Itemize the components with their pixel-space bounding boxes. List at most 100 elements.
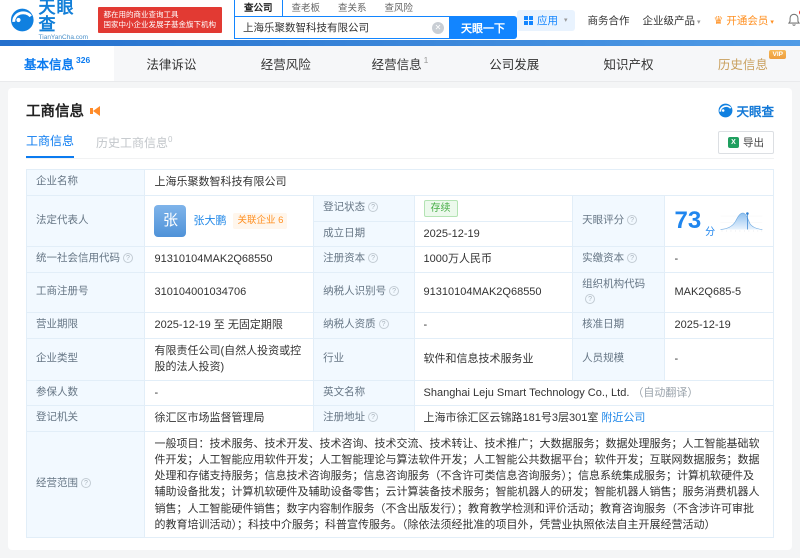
tab-basic-info[interactable]: 基本信息 326 (0, 46, 115, 81)
chevron-down-icon: ▾ (697, 18, 701, 26)
nearby-companies-link[interactable]: 附近公司 (601, 412, 645, 424)
nav-apps-label: 应用 (537, 14, 558, 27)
tab-label: 公司发展 (489, 58, 540, 72)
crown-icon: ♛ (713, 14, 724, 27)
reg-capital-value: 1000万人民币 (413, 246, 574, 273)
taxpayer-id-label: 纳税人识别号 (323, 285, 387, 298)
insured-count-label: 参保人数 (25, 379, 146, 406)
search-tab-relation[interactable]: 查关系 (329, 0, 376, 16)
info-icon[interactable]: ? (368, 202, 379, 213)
info-icon[interactable]: ? (368, 253, 379, 264)
tab-count: 1 (423, 54, 429, 65)
search-tab-boss[interactable]: 查老板 (283, 0, 330, 16)
legal-rep-link[interactable]: 张大鹏 (193, 213, 226, 230)
business-reg-no-label: 工商注册号 (25, 271, 146, 313)
excel-icon: X (728, 137, 739, 148)
tab-label: 历史信息 (717, 58, 768, 72)
tab-label: 知识产权 (603, 58, 654, 72)
bell-icon (787, 13, 800, 26)
info-icon[interactable]: ? (368, 412, 379, 423)
table-row: 经营范围? 一般项目：技术服务、技术开发、技术咨询、技术交流、技术转让、技术推广… (25, 430, 774, 539)
search-area: 查公司 查老板 查关系 查风险 ✕ 天眼一下 (234, 0, 517, 39)
registry-authority-label: 登记机关 (25, 405, 146, 432)
credit-code-label: 统一社会信用代码 (36, 252, 120, 265)
nav-enterprise[interactable]: 企业级产品 ▾ (643, 13, 701, 28)
watermark-label: 天眼查 (736, 105, 774, 119)
related-companies-badge[interactable]: 关联企业 6 (233, 212, 288, 229)
industry-label: 行业 (313, 337, 415, 381)
tab-count: 326 (76, 54, 91, 65)
tab-label: 法律诉讼 (146, 58, 197, 72)
subtab-history-label: 历史工商信息 (96, 136, 169, 150)
info-icon[interactable]: ? (389, 286, 400, 297)
org-code-value: MAK2Q685-5 (664, 271, 774, 313)
subtab-history-business-info[interactable]: 历史工商信息0 (96, 134, 172, 158)
table-row: 登记机关 徐汇区市场监督管理局 注册地址? 上海市徐汇区云锦路181号3层301… (25, 405, 774, 432)
tyc-score: 73 分 (674, 200, 764, 242)
info-icon[interactable]: ? (81, 478, 91, 489)
tab-company-development[interactable]: 公司发展 (457, 46, 571, 81)
promo-badge: 都在用的商业查询工具 国家中小企业发展子基金旗下机构 (97, 6, 222, 34)
export-label: 导出 (743, 137, 764, 149)
registered-address-label: 注册地址 (323, 411, 366, 424)
company-nav-tabs: 基本信息 326 法律诉讼 经营风险 经营信息 1 公司发展 知识产权 历史信息… (0, 46, 800, 82)
tab-operating-risk[interactable]: 经营风险 (229, 46, 343, 81)
nav-cooperation[interactable]: 商务合作 (588, 13, 630, 28)
score-curve-chart (720, 211, 763, 232)
apps-grid-icon (524, 15, 533, 25)
english-name-label: 英文名称 (313, 379, 415, 406)
sub-tabs: 工商信息 历史工商信息0 X 导出 (26, 131, 774, 159)
search-tabs: 查公司 查老板 查关系 查风险 (234, 0, 517, 16)
chevron-down-icon: ▾ (564, 17, 568, 24)
info-icon[interactable]: ? (378, 319, 389, 330)
chevron-down-icon: ▾ (770, 18, 774, 26)
info-icon[interactable]: ? (627, 214, 638, 225)
tab-intellectual-property[interactable]: 知识产权 (571, 46, 685, 81)
table-row: 参保人数 - 英文名称 Shanghai Leju Smart Technolo… (25, 379, 774, 406)
nav-vip[interactable]: ♛ 开通会员 ▾ (714, 13, 774, 28)
business-scope-label: 经营范围 (36, 477, 78, 490)
search-tab-company[interactable]: 查公司 (234, 0, 283, 16)
promo-line1: 都在用的商业查询工具 (103, 9, 179, 19)
info-icon[interactable]: ? (627, 253, 638, 264)
search-tab-risk[interactable]: 查风险 (376, 0, 423, 16)
registry-authority-value: 徐汇区市场监督管理局 (144, 405, 315, 432)
table-row: 统一社会信用代码? 91310104MAK2Q68550 注册资本? 1000万… (25, 246, 774, 273)
taxpayer-qualification-value: - (413, 312, 574, 339)
reg-capital-label: 注册资本 (323, 252, 366, 265)
table-row: 营业期限 2025-12-19 至 无固定期限 纳税人资质? - 核准日期 20… (25, 312, 774, 339)
search-input[interactable] (235, 21, 449, 34)
tab-history-info[interactable]: 历史信息 VIP (686, 46, 800, 81)
established-label: 成立日期 (313, 220, 415, 247)
company-name-value: 上海乐聚数智科技有限公司 (144, 169, 774, 196)
registered-address-value: 上海市徐汇区云锦路181号3层301室 (423, 412, 599, 424)
notification-bell[interactable] (787, 10, 800, 27)
score-value: 73 (674, 206, 702, 234)
table-row: 法定代表人 张 张大鹏 关联企业 6 登记状态? 存续 天眼评分? 73 分 (25, 194, 774, 247)
tab-operating-info[interactable]: 经营信息 1 (343, 46, 457, 81)
business-info-card: 工商信息 天眼查 工商信息 历史工商信息0 X 导出 企业名称 上海乐聚数智科技… (8, 88, 792, 551)
vip-badge: VIP (769, 50, 786, 59)
legal-rep-avatar[interactable]: 张 (154, 204, 187, 237)
industry-value: 软件和信息技术服务业 (413, 337, 574, 381)
info-icon[interactable]: ? (585, 294, 596, 305)
nav-apps[interactable]: 应用 ▾ (517, 9, 575, 31)
company-type-label: 企业类型 (25, 337, 146, 381)
tianyancha-logo[interactable]: 天眼查 TianYanCha.com (10, 0, 90, 41)
tab-legal-proceedings[interactable]: 法律诉讼 (114, 46, 228, 81)
table-row: 企业类型 有限责任公司(自然人投资或控股的法人投资) 行业 软件和信息技术服务业… (25, 337, 774, 381)
status-badge: 存续 (423, 199, 458, 217)
search-button[interactable]: 天眼一下 (449, 16, 517, 39)
related-companies-label: 关联企业 6 (237, 214, 284, 226)
tab-label: 经营风险 (260, 58, 311, 72)
export-button[interactable]: X 导出 (718, 131, 774, 154)
clear-search-icon[interactable]: ✕ (432, 21, 444, 34)
approval-date-label: 核准日期 (572, 312, 666, 339)
business-term-value: 2025-12-19 至 无固定期限 (144, 312, 315, 339)
info-icon[interactable]: ? (123, 253, 133, 264)
tianyancha-logo-icon (10, 8, 34, 32)
company-info-table: 企业名称 上海乐聚数智科技有限公司 法定代表人 张 张大鹏 关联企业 6 登记状… (25, 169, 774, 539)
section-title: 工商信息 (26, 104, 84, 120)
subtab-business-info[interactable]: 工商信息 (26, 132, 75, 158)
business-term-label: 营业期限 (25, 312, 146, 339)
